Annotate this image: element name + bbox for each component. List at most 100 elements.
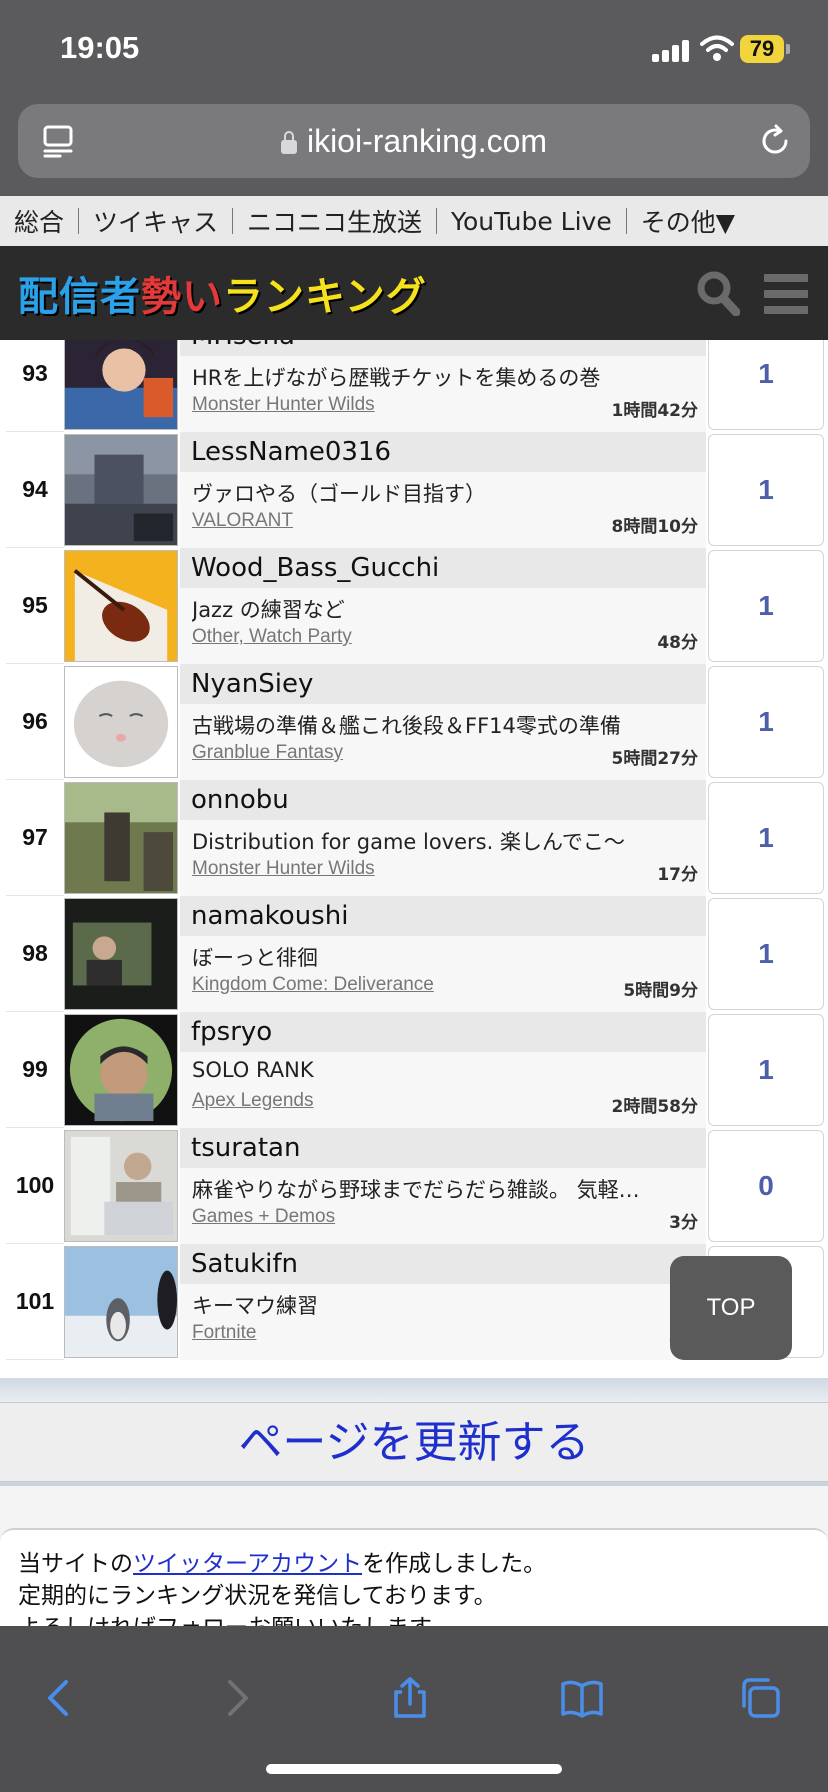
ranking-row[interactable]: 98 namakoushi ぼーっと徘徊 Kingdom Come: Deliv…: [0, 896, 828, 1012]
stream-title: キーマウ練習: [192, 1294, 318, 1318]
stream-thumbnail[interactable]: [64, 1246, 178, 1358]
nav-niconico[interactable]: ニコニコ生放送: [247, 203, 422, 239]
stream-thumbnail[interactable]: [64, 1130, 178, 1242]
streamer-name[interactable]: LessName0316: [180, 432, 706, 472]
stream-thumbnail[interactable]: [64, 1014, 178, 1126]
ranking-row[interactable]: 97 onnobu Distribution for game lovers. …: [0, 780, 828, 896]
notice-text: を作成しました。: [362, 1551, 547, 1577]
streamer-name[interactable]: Wood_Bass_Gucchi: [180, 548, 706, 588]
stream-duration: 8時間10分: [611, 517, 699, 537]
nav-others-dropdown[interactable]: その他▼: [641, 203, 735, 239]
nav-youtube-live[interactable]: YouTube Live: [451, 207, 612, 236]
stream-title: HRを上げながら歴戦チケットを集めるの巻: [192, 366, 601, 390]
rank-number: 95: [6, 548, 64, 664]
streamer-name[interactable]: Satukifn: [180, 1244, 706, 1284]
streamer-name[interactable]: fpsryo: [180, 1012, 706, 1052]
stream-info: Wood_Bass_Gucchi Jazz の練習など Other, Watch…: [180, 548, 706, 664]
game-link[interactable]: Other, Watch Party: [192, 626, 352, 648]
battery-tip: [786, 44, 790, 54]
stream-duration: 2時間58分: [611, 1097, 699, 1117]
site-logo[interactable]: 配信者勢いランキング: [18, 264, 427, 322]
momentum-score: 1: [708, 340, 824, 430]
stream-thumbnail[interactable]: [64, 434, 178, 546]
ranking-row[interactable]: 93 MHsena HRを上げながら歴戦チケットを集めるの巻 Monster H…: [0, 340, 828, 432]
reload-icon[interactable]: [758, 124, 792, 158]
game-link[interactable]: Fortnite: [192, 1322, 256, 1344]
momentum-score: 1: [708, 782, 824, 894]
stream-info: MHsena HRを上げながら歴戦チケットを集めるの巻 Monster Hunt…: [180, 340, 706, 432]
twitter-notice: 当サイトのツイッターアカウントを作成しました。 定期的にランキング状況を発信して…: [0, 1528, 828, 1628]
stream-info: LessName0316 ヴァロやる（ゴールド目指す） VALORANT 8時間…: [180, 432, 706, 548]
forward-icon[interactable]: [214, 1676, 258, 1720]
rank-number: 101: [6, 1244, 64, 1360]
notice-text: 当サイトの: [18, 1551, 133, 1577]
bookmarks-icon[interactable]: [560, 1676, 604, 1720]
back-icon[interactable]: [38, 1676, 82, 1720]
ranking-row[interactable]: 96 NyanSiey 古戦場の準備＆艦これ後段＆FF14零式の準備 Granb…: [0, 664, 828, 780]
rank-number: 96: [6, 664, 64, 780]
game-link[interactable]: Kingdom Come: Deliverance: [192, 974, 434, 996]
stream-duration: 48分: [657, 633, 698, 653]
home-indicator: [266, 1764, 562, 1774]
stream-info: Satukifn キーマウ練習 Fortnite 4分: [180, 1244, 706, 1360]
game-link[interactable]: Apex Legends: [192, 1090, 314, 1112]
site-header: 配信者勢いランキング: [0, 246, 828, 340]
streamer-name[interactable]: MHsena: [180, 340, 706, 356]
logo-part-2: 勢い: [141, 274, 223, 320]
twitter-account-link[interactable]: ツイッターアカウント: [133, 1551, 362, 1577]
game-link[interactable]: Games + Demos: [192, 1206, 335, 1228]
stream-title: SOLO RANK: [192, 1058, 314, 1082]
hamburger-menu-icon[interactable]: [764, 274, 808, 314]
game-link[interactable]: VALORANT: [192, 510, 293, 532]
url-display[interactable]: ikioi-ranking.com: [18, 104, 810, 178]
ranking-row[interactable]: 100 tsuratan 麻雀やりながら野球までだらだら雑談。 気軽… Game…: [0, 1128, 828, 1244]
game-link[interactable]: Monster Hunter Wilds: [192, 394, 375, 416]
ranking-row[interactable]: 99 fpsryo SOLO RANK Apex Legends 2時間58分 …: [0, 1012, 828, 1128]
search-icon[interactable]: [696, 270, 740, 316]
share-icon[interactable]: [388, 1676, 432, 1720]
stream-info: fpsryo SOLO RANK Apex Legends 2時間58分: [180, 1012, 706, 1128]
browser-top-chrome: 19:05 79 ikioi-ranking.com: [0, 0, 828, 196]
status-time: 19:05: [60, 30, 140, 65]
nav-all[interactable]: 総合: [14, 203, 64, 239]
stream-title: 古戦場の準備＆艦これ後段＆FF14零式の準備: [192, 714, 621, 738]
scroll-to-top-button[interactable]: TOP: [670, 1256, 792, 1360]
ranking-row[interactable]: 95 Wood_Bass_Gucchi Jazz の練習など Other, Wa…: [0, 548, 828, 664]
ranking-list: 93 MHsena HRを上げながら歴戦チケットを集めるの巻 Monster H…: [0, 340, 828, 1378]
wifi-icon: [700, 35, 734, 61]
address-bar[interactable]: ikioi-ranking.com: [18, 104, 810, 178]
stream-title: Jazz の練習など: [192, 598, 345, 622]
rank-number: 97: [6, 780, 64, 896]
streamer-name[interactable]: namakoushi: [180, 896, 706, 936]
stream-thumbnail[interactable]: [64, 666, 178, 778]
game-link[interactable]: Monster Hunter Wilds: [192, 858, 375, 880]
streamer-name[interactable]: NyanSiey: [180, 664, 706, 704]
stream-duration: 5時間27分: [611, 749, 699, 769]
rank-number: 94: [6, 432, 64, 548]
streamer-name[interactable]: tsuratan: [180, 1128, 706, 1168]
stream-title: ヴァロやる（ゴールド目指す）: [192, 482, 486, 506]
battery-indicator: 79: [740, 35, 784, 63]
stream-thumbnail[interactable]: [64, 898, 178, 1010]
tabs-icon[interactable]: [738, 1676, 782, 1720]
stream-thumbnail[interactable]: [64, 782, 178, 894]
rank-number: 99: [6, 1012, 64, 1128]
game-link[interactable]: Granblue Fantasy: [192, 742, 343, 764]
streamer-name[interactable]: onnobu: [180, 780, 706, 820]
momentum-score: 1: [708, 1014, 824, 1126]
stream-info: tsuratan 麻雀やりながら野球までだらだら雑談。 気軽… Games + …: [180, 1128, 706, 1244]
ranking-row[interactable]: 94 LessName0316 ヴァロやる（ゴールド目指す） VALORANT …: [0, 432, 828, 548]
stream-title: Distribution for game lovers. 楽しんでこ〜: [192, 830, 625, 854]
stream-thumbnail[interactable]: [64, 340, 178, 430]
logo-part-3: ランキング: [223, 274, 427, 320]
refresh-page-button[interactable]: ページを更新する: [0, 1402, 828, 1482]
stream-title: 麻雀やりながら野球までだらだら雑談。 気軽…: [192, 1178, 640, 1202]
stream-info: onnobu Distribution for game lovers. 楽しん…: [180, 780, 706, 896]
stream-duration: 1時間42分: [611, 401, 699, 421]
status-bar: 19:05 79: [0, 0, 828, 100]
momentum-score: 1: [708, 550, 824, 662]
rank-number: 100: [6, 1128, 64, 1244]
stream-thumbnail[interactable]: [64, 550, 178, 662]
stream-duration: 17分: [657, 865, 698, 885]
nav-twitcasting[interactable]: ツイキャス: [93, 203, 218, 239]
